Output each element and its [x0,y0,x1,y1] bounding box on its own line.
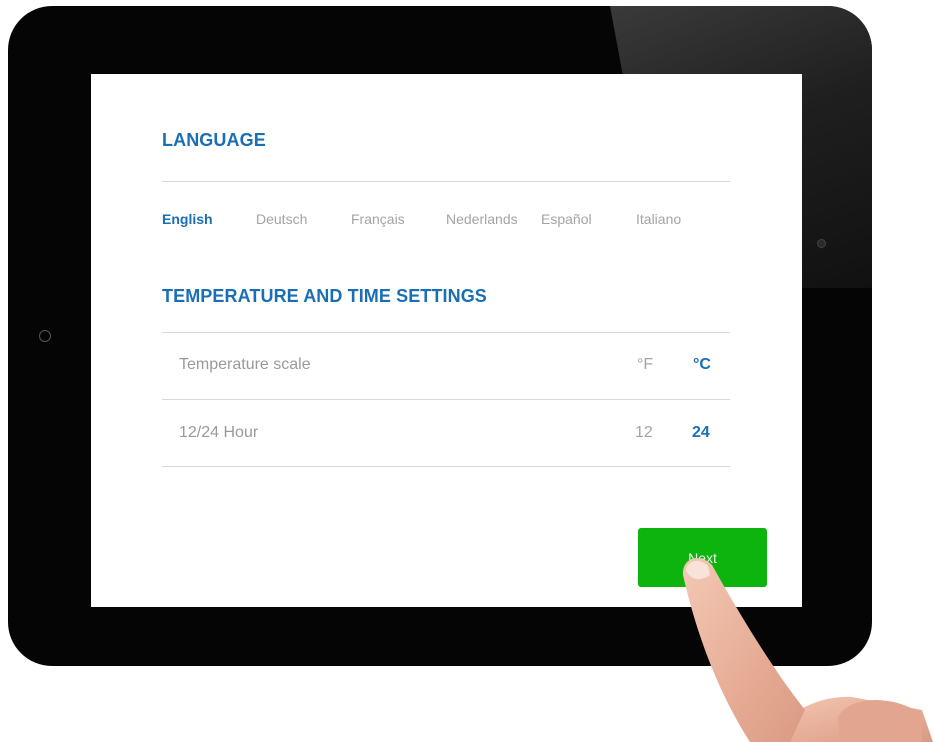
hour-12-option[interactable]: 12 [635,424,653,442]
language-title: LANGUAGE [162,130,266,150]
language-option-italiano[interactable]: Italiano [636,211,681,227]
language-divider [162,181,730,182]
language-option-francais[interactable]: Français [351,211,405,227]
celsius-option[interactable]: °C [693,356,711,374]
settings-divider-bottom [162,466,730,467]
settings-title: TEMPERATURE AND TIME SETTINGS [162,286,487,306]
language-option-nederlands[interactable]: Nederlands [446,211,518,227]
language-option-espanol[interactable]: Español [541,211,592,227]
language-option-english[interactable]: English [162,211,213,227]
temperature-scale-label: Temperature scale [179,356,311,373]
settings-divider-middle [162,399,730,400]
setup-screen: LANGUAGE English Deutsch Français Nederl… [91,74,802,607]
settings-divider-top [162,332,730,333]
camera-icon [817,239,826,248]
next-button[interactable]: Next [638,528,767,587]
home-button[interactable] [39,330,51,342]
tablet-frame: LANGUAGE English Deutsch Français Nederl… [8,6,872,666]
language-option-deutsch[interactable]: Deutsch [256,211,307,227]
fahrenheit-option[interactable]: °F [637,356,653,374]
hour-format-label: 12/24 Hour [179,424,259,441]
hour-24-option[interactable]: 24 [692,424,710,442]
